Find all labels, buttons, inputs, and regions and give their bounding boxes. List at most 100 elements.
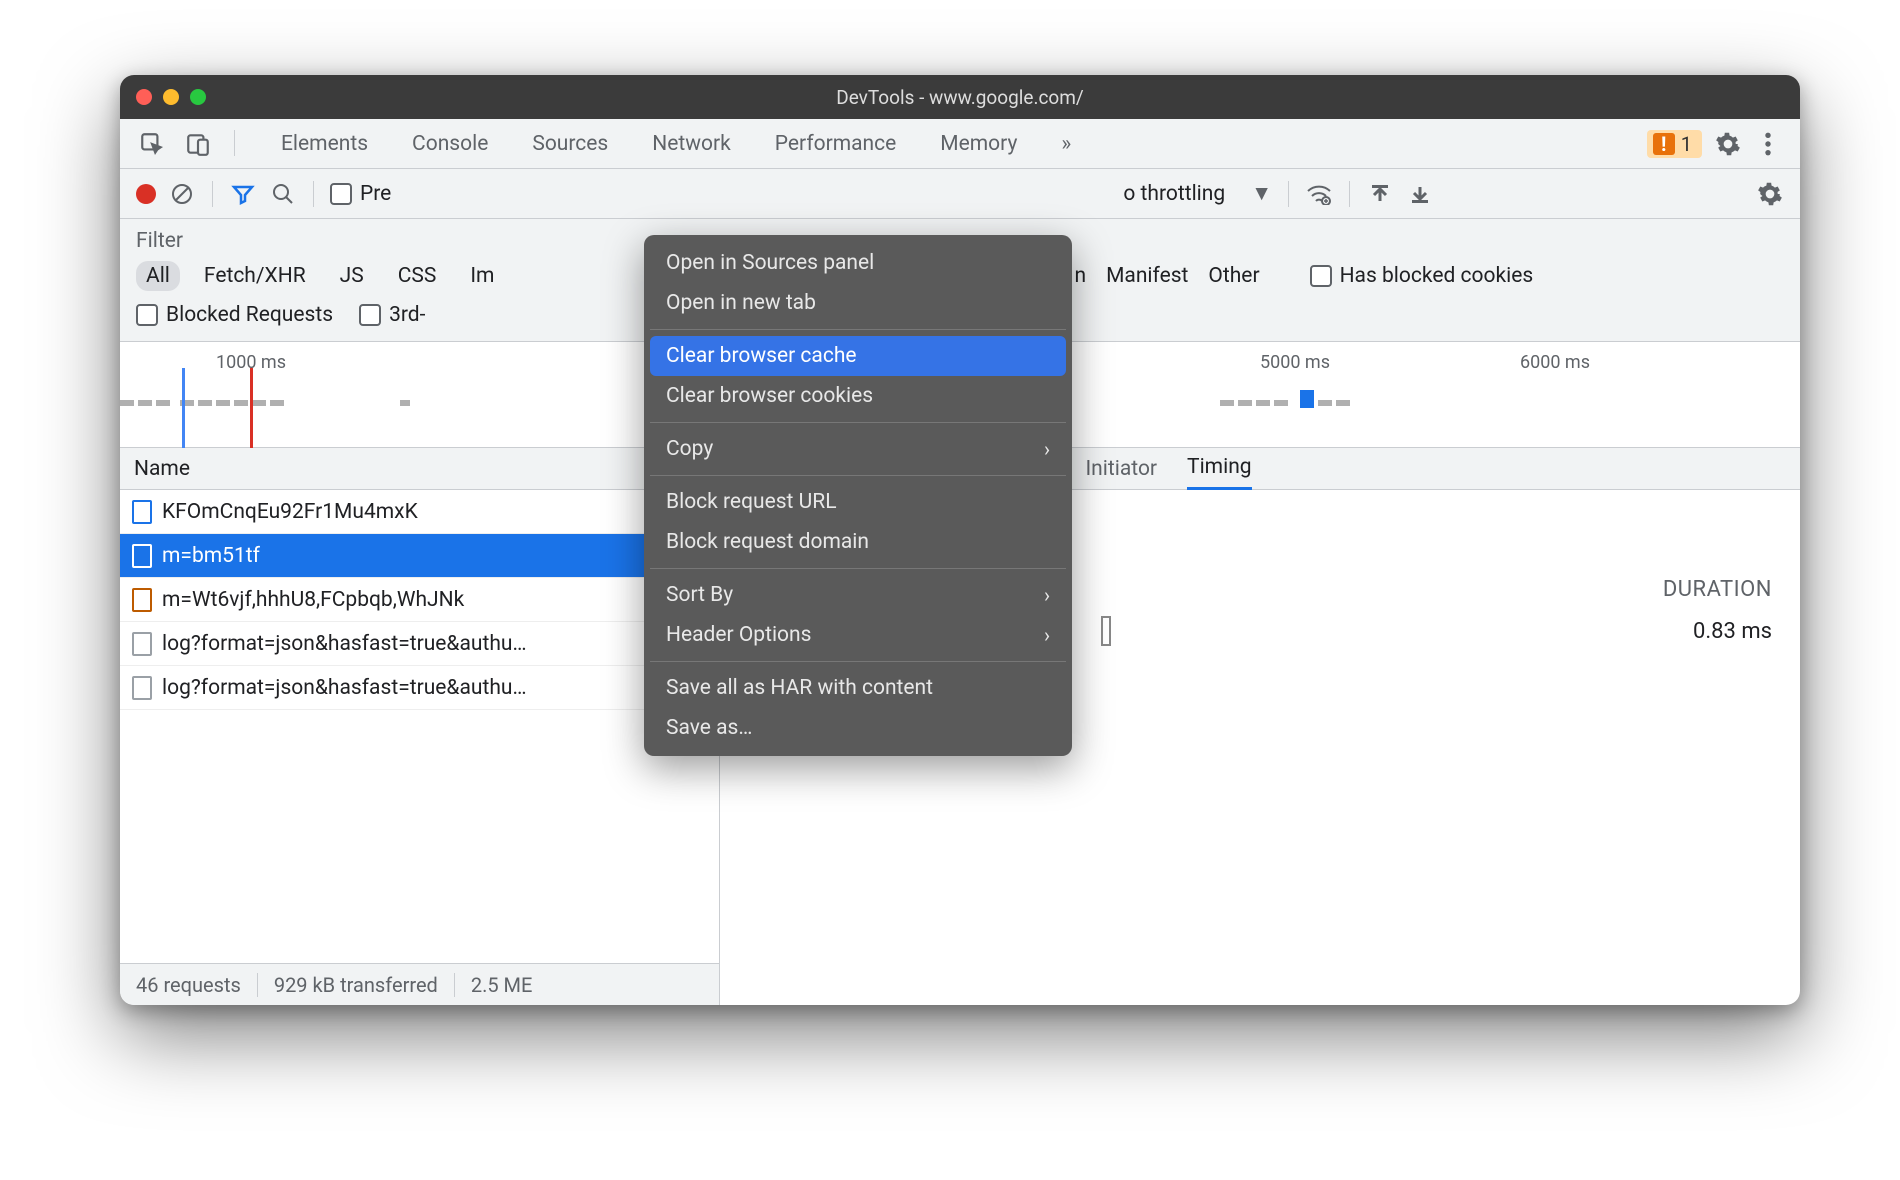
kebab-menu-icon[interactable] (1754, 130, 1782, 158)
preserve-log-checkbox[interactable]: Pre (330, 182, 391, 206)
request-row[interactable]: m=Wt6vjf,hhhU8,FCpbqb,WhJNk (120, 578, 719, 622)
ctx-sort-by-submenu[interactable]: Sort By › (650, 575, 1066, 615)
tab-elements[interactable]: Elements (259, 119, 390, 169)
inspect-element-icon[interactable] (138, 130, 166, 158)
third-party-label: 3rd- (389, 303, 425, 327)
ctx-copy-submenu[interactable]: Copy › (650, 429, 1066, 469)
filter-js[interactable]: JS (330, 261, 374, 291)
ctx-open-in-sources[interactable]: Open in Sources panel (650, 243, 1066, 283)
ctx-separator (650, 422, 1066, 423)
request-name: m=bm51tf (162, 544, 260, 568)
ctx-sort-label: Sort By (666, 583, 733, 607)
timeline-scrubber-handle[interactable] (1300, 390, 1314, 408)
status-bar: 46 requests 929 kB transferred 2.5 ME (120, 963, 719, 1005)
record-button[interactable] (136, 184, 156, 204)
request-name: m=Wt6vjf,hhhU8,FCpbqb,WhJNk (162, 588, 464, 612)
timeline-tick: 6000 ms (1520, 352, 1590, 373)
filter-n-suffix[interactable]: n (1074, 264, 1086, 288)
checkbox-icon (1310, 265, 1332, 287)
blocked-cookies-label: Has blocked cookies (1340, 264, 1534, 288)
upload-har-icon[interactable] (1366, 180, 1394, 208)
queueing-duration: 0.83 ms (1693, 619, 1772, 644)
ctx-block-domain[interactable]: Block request domain (650, 522, 1066, 562)
preserve-log-label: Pre (360, 182, 391, 206)
issues-count: 1 (1681, 132, 1692, 156)
zoom-window-button[interactable] (190, 89, 206, 105)
ctx-header-options-submenu[interactable]: Header Options › (650, 615, 1066, 655)
blocked-requests-checkbox[interactable]: Blocked Requests (136, 303, 333, 327)
ctx-open-new-tab[interactable]: Open in new tab (650, 283, 1066, 323)
clear-log-icon[interactable] (168, 180, 196, 208)
chevron-right-icon: › (1044, 583, 1050, 607)
timeline-dom-marker (182, 368, 185, 448)
chevron-right-icon: › (1044, 437, 1050, 461)
request-row[interactable]: log?format=json&hasfast=true&authu… (120, 666, 719, 710)
filter-manifest[interactable]: Manifest (1106, 264, 1188, 288)
ctx-save-har[interactable]: Save all as HAR with content (650, 668, 1066, 708)
tab-performance[interactable]: Performance (753, 119, 918, 169)
request-list: KFOmCnqEu92Fr1Mu4mxK m=bm51tf m=Wt6vjf,h… (120, 490, 719, 963)
warning-icon: ! (1653, 133, 1675, 155)
queueing-bar (1101, 616, 1111, 646)
close-window-button[interactable] (136, 89, 152, 105)
ctx-save-as[interactable]: Save as… (650, 708, 1066, 748)
ctx-clear-cookies[interactable]: Clear browser cookies (650, 376, 1066, 416)
filter-all[interactable]: All (136, 261, 180, 291)
request-type-filters: All Fetch/XHR JS CSS Im (136, 261, 504, 291)
more-tabs[interactable]: » (1039, 119, 1093, 169)
filter-other[interactable]: Other (1208, 264, 1259, 288)
network-conditions-icon[interactable] (1305, 180, 1333, 208)
ctx-header-options-label: Header Options (666, 623, 811, 647)
titlebar: DevTools - www.google.com/ (120, 75, 1800, 119)
script-file-icon (132, 544, 152, 568)
download-har-icon[interactable] (1406, 180, 1434, 208)
request-row[interactable]: KFOmCnqEu92Fr1Mu4mxK (120, 490, 719, 534)
ctx-separator (650, 568, 1066, 569)
issues-badge[interactable]: ! 1 (1647, 130, 1702, 158)
context-menu: Open in Sources panel Open in new tab Cl… (644, 235, 1072, 756)
ctx-separator (650, 329, 1066, 330)
chevron-right-icon: › (1044, 623, 1050, 647)
tab-console[interactable]: Console (390, 119, 510, 169)
filter-fetchxhr[interactable]: Fetch/XHR (194, 261, 316, 291)
request-name: log?format=json&hasfast=true&authu… (162, 676, 527, 700)
request-row[interactable]: log?format=json&hasfast=true&authu… (120, 622, 719, 666)
tab-network[interactable]: Network (630, 119, 753, 169)
panel-tabs-bar: Elements Console Sources Network Perform… (120, 119, 1800, 169)
search-icon[interactable] (269, 180, 297, 208)
filter-css[interactable]: CSS (388, 261, 447, 291)
detail-tab-initiator[interactable]: Initiator (1085, 448, 1157, 490)
settings-gear-icon[interactable] (1714, 130, 1742, 158)
timeline-tick: 5000 ms (1260, 352, 1330, 373)
status-transferred: 929 kB transferred (258, 973, 455, 997)
script-file-icon (132, 588, 152, 612)
detail-tab-timing[interactable]: Timing (1187, 448, 1252, 490)
request-row[interactable]: m=bm51tf (120, 534, 719, 578)
window-title: DevTools - www.google.com/ (836, 86, 1084, 109)
chevron-down-icon: ▼ (1251, 182, 1272, 206)
filter-img[interactable]: Im (460, 261, 504, 291)
checkbox-icon (359, 304, 381, 326)
device-toolbar-icon[interactable] (184, 130, 212, 158)
tab-memory[interactable]: Memory (918, 119, 1039, 169)
tab-sources[interactable]: Sources (510, 119, 630, 169)
third-party-checkbox[interactable]: 3rd- (359, 303, 425, 327)
ctx-clear-cache[interactable]: Clear browser cache (650, 336, 1066, 376)
throttling-selector[interactable]: o throttling ▼ (1123, 182, 1272, 206)
ctx-separator (650, 661, 1066, 662)
filter-funnel-icon[interactable] (229, 180, 257, 208)
network-settings-gear-icon[interactable] (1756, 180, 1784, 208)
duration-header: DURATION (1663, 577, 1772, 602)
timeline-load-marker (250, 368, 253, 448)
status-size: 2.5 ME (455, 973, 549, 997)
ctx-block-url[interactable]: Block request URL (650, 482, 1066, 522)
separator (1288, 181, 1289, 207)
column-header-name[interactable]: Name (120, 448, 719, 490)
generic-file-icon (132, 632, 152, 656)
checkbox-icon (136, 304, 158, 326)
minimize-window-button[interactable] (163, 89, 179, 105)
ctx-separator (650, 475, 1066, 476)
devtools-window: DevTools - www.google.com/ Elements Cons… (120, 75, 1800, 1005)
blocked-cookies-checkbox[interactable]: Has blocked cookies (1310, 264, 1534, 288)
generic-file-icon (132, 676, 152, 700)
